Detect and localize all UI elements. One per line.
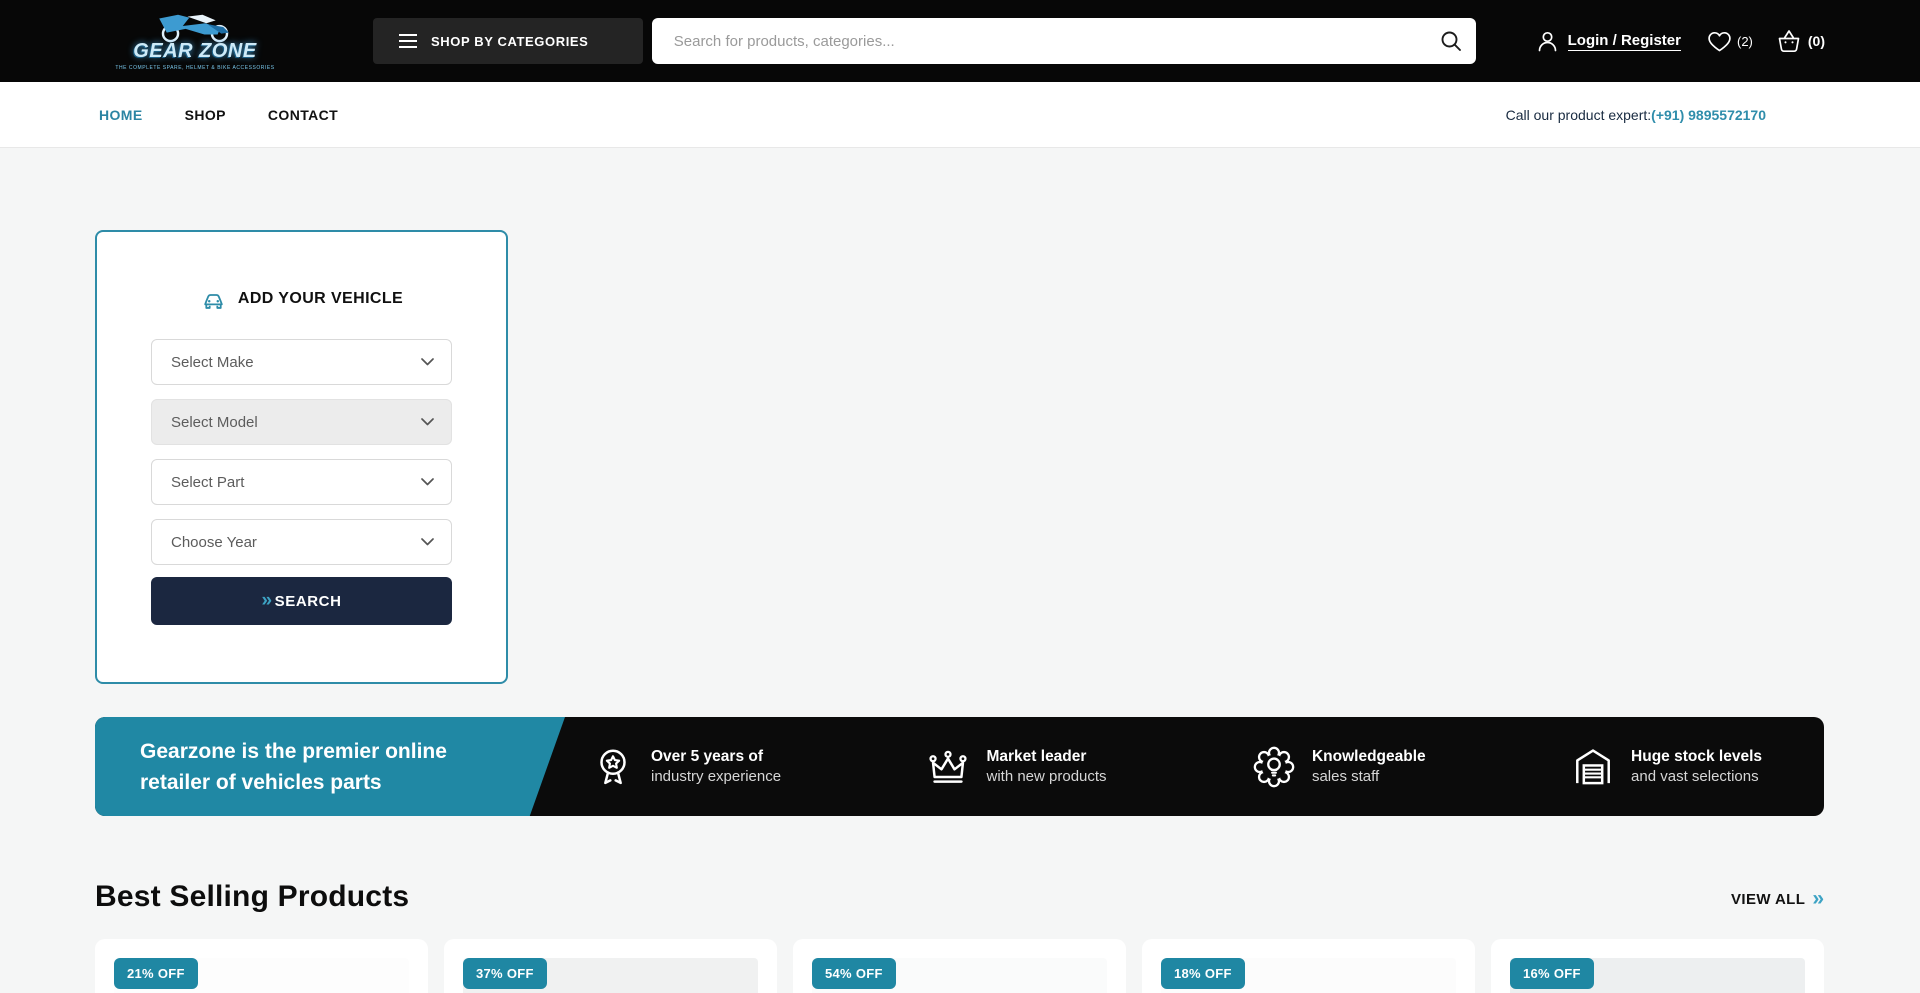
feature-title: Over 5 years of [651, 746, 781, 767]
categories-button-label: SHOP BY CATEGORIES [431, 34, 588, 49]
feature-subtitle: and vast selections [1631, 767, 1762, 787]
feature-market-leader: Market leader with new products [925, 744, 1106, 790]
discount-badge: 16% OFF [1510, 958, 1594, 989]
select-model-value: Select Model [171, 414, 258, 431]
discount-badge: 54% OFF [812, 958, 896, 989]
login-register-label: Login / Register [1568, 32, 1681, 51]
vehicle-search-label: SEARCH [275, 593, 342, 610]
select-make-value: Select Make [171, 354, 254, 371]
basket-icon [1775, 28, 1803, 54]
banner-headline-line2: retailer of vehicles parts [140, 767, 500, 798]
nav-item-shop[interactable]: SHOP [185, 107, 226, 123]
warehouse-icon [1570, 744, 1616, 790]
logo-motorcycle-icon [147, 11, 243, 43]
wishlist-button[interactable]: (2) [1707, 30, 1753, 53]
feature-stock: Huge stock levels and vast selections [1570, 744, 1762, 790]
nav-links: HOME SHOP CONTACT [95, 107, 338, 123]
feature-subtitle: with new products [986, 767, 1106, 787]
discount-badge: 18% OFF [1161, 958, 1245, 989]
hamburger-icon [399, 34, 417, 48]
product-card[interactable]: 54% OFF [793, 939, 1126, 993]
nav-item-home[interactable]: HOME [99, 107, 143, 123]
features-banner: Gearzone is the premier online retailer … [95, 717, 1824, 816]
discount-badge: 21% OFF [114, 958, 198, 989]
double-chevron-icon: » [261, 591, 272, 610]
search-icon [1440, 30, 1462, 52]
search-bar [652, 18, 1476, 64]
login-register-link[interactable]: Login / Register [1536, 30, 1681, 53]
add-vehicle-panel: ADD YOUR VEHICLE Select Make Select Mode… [95, 230, 508, 684]
product-expert-callout: Call our product expert:(+91) 9895572170 [1506, 107, 1766, 123]
nav-item-contact[interactable]: CONTACT [268, 107, 338, 123]
select-model-dropdown[interactable]: Select Model [151, 399, 452, 445]
crown-icon [925, 744, 971, 790]
select-part-value: Select Part [171, 474, 244, 491]
choose-year-dropdown[interactable]: Choose Year [151, 519, 452, 565]
search-input[interactable] [674, 33, 1440, 50]
product-card[interactable]: 21% OFF [95, 939, 428, 993]
chevron-down-icon [421, 478, 434, 486]
wishlist-count: (2) [1737, 34, 1753, 49]
feature-title: Market leader [986, 746, 1106, 767]
feature-experience: Over 5 years of industry experience [590, 744, 781, 790]
feature-knowledgeable: Knowledgeable sales staff [1251, 744, 1426, 790]
chevron-down-icon [421, 418, 434, 426]
add-vehicle-title: ADD YOUR VEHICLE [238, 290, 403, 308]
chevron-down-icon [421, 358, 434, 366]
award-icon [590, 744, 636, 790]
feature-list: Over 5 years of industry experience Mark… [590, 744, 1762, 790]
logo[interactable]: GEAR ZONE THE COMPLETE SPARE, HELMET & B… [129, 11, 261, 71]
banner-headline: Gearzone is the premier online retailer … [95, 736, 500, 798]
banner-headline-line1: Gearzone is the premier online [140, 736, 500, 767]
select-make-dropdown[interactable]: Select Make [151, 339, 452, 385]
choose-year-value: Choose Year [171, 534, 257, 551]
feature-subtitle: sales staff [1312, 767, 1426, 787]
view-all-label: VIEW ALL [1731, 891, 1805, 908]
select-part-dropdown[interactable]: Select Part [151, 459, 452, 505]
double-chevron-icon: » [1812, 888, 1824, 909]
view-all-link[interactable]: VIEW ALL » [1731, 889, 1824, 914]
main-nav: HOME SHOP CONTACT Call our product exper… [0, 82, 1920, 148]
idea-icon [1251, 744, 1297, 790]
product-card[interactable]: 37% OFF [444, 939, 777, 993]
logo-tagline: THE COMPLETE SPARE, HELMET & BIKE ACCESS… [115, 65, 274, 71]
expert-phone-link[interactable]: (+91) 9895572170 [1651, 107, 1766, 123]
product-card[interactable]: 16% OFF [1491, 939, 1824, 993]
shop-by-categories-button[interactable]: SHOP BY CATEGORIES [373, 18, 643, 64]
car-icon [200, 286, 227, 311]
account-area: Login / Register (2) (0) [1536, 28, 1825, 54]
logo-text: GEAR ZONE [133, 40, 256, 63]
add-vehicle-title-row: ADD YOUR VEHICLE [151, 286, 452, 311]
user-icon [1536, 30, 1559, 53]
feature-title: Huge stock levels [1631, 746, 1762, 767]
chevron-down-icon [421, 538, 434, 546]
cart-count: (0) [1808, 33, 1825, 49]
product-card[interactable]: 18% OFF [1142, 939, 1475, 993]
products-grid: 21% OFF 37% OFF 54% OFF 18% OFF 16% OFF [95, 939, 1824, 993]
heart-icon [1707, 30, 1732, 53]
cart-button[interactable]: (0) [1775, 28, 1825, 54]
feature-title: Knowledgeable [1312, 746, 1426, 767]
section-title: Best Selling Products [95, 880, 409, 914]
discount-badge: 37% OFF [463, 958, 547, 989]
expert-label: Call our product expert: [1506, 107, 1652, 123]
feature-subtitle: industry experience [651, 767, 781, 787]
best-selling-header: Best Selling Products VIEW ALL » [95, 880, 1824, 914]
vehicle-search-button[interactable]: » SEARCH [151, 577, 452, 625]
search-submit-button[interactable] [1440, 30, 1462, 52]
top-header: GEAR ZONE THE COMPLETE SPARE, HELMET & B… [0, 0, 1920, 82]
